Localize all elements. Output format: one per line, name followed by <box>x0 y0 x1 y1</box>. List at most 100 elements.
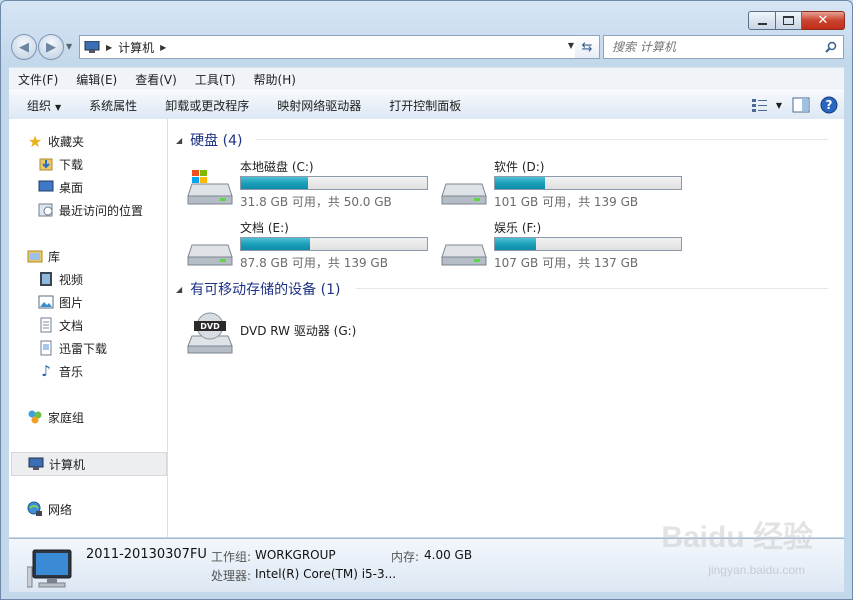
baidu-watermark: Baidu 经验 <box>661 521 813 554</box>
refresh-button[interactable]: ⇆ <box>575 35 600 59</box>
drive-item[interactable]: 本地磁盘 (C:) 31.8 GB 可用，共 50.0 GB <box>186 158 436 209</box>
sidebar-item-label: 收藏夹 <box>48 134 85 149</box>
libraries-icon <box>27 248 43 264</box>
drive-item[interactable]: 软件 (D:) 101 GB 可用，共 139 GB <box>440 158 690 209</box>
group-divider <box>356 288 828 289</box>
organize-label: 组织 <box>27 98 52 113</box>
drive-name: 文档 (E:) <box>240 221 289 235</box>
sidebar-item-computer[interactable]: 计算机 <box>11 452 167 476</box>
sidebar-item-label: 图片 <box>59 295 84 310</box>
breadcrumb-arrow-icon[interactable]: ▶ <box>106 43 112 52</box>
dvd-logo-text: DVD <box>200 322 220 331</box>
drive-usage-bar <box>494 176 682 190</box>
hard-drive-icon <box>187 244 233 266</box>
sidebar-item-label: 家庭组 <box>48 410 85 425</box>
homegroup-icon <box>27 409 43 425</box>
breadcrumb-computer[interactable]: 计算机 <box>118 39 154 56</box>
maximize-button[interactable] <box>776 11 802 30</box>
sidebar-item-xunlei-downloads[interactable]: 迅雷下载 <box>38 337 107 359</box>
computer-icon <box>84 41 100 53</box>
drive-usage-bar <box>240 176 428 190</box>
address-history-dropdown[interactable]: ▼ <box>568 41 574 50</box>
drive-usage-fill <box>241 177 308 189</box>
chevron-down-icon: ▼ <box>775 100 782 110</box>
hard-drive-icon <box>441 183 487 205</box>
view-options-icon <box>751 99 767 112</box>
uninstall-program-button[interactable]: 卸载或更改程序 <box>151 97 263 114</box>
group-header-hard-drives[interactable]: ◢ 硬盘 (4) <box>176 130 828 150</box>
recent-pages-dropdown[interactable]: ▼ <box>66 42 72 51</box>
sidebar-item-documents[interactable]: 文档 <box>38 314 83 336</box>
open-control-panel-button[interactable]: 打开控制面板 <box>375 97 475 114</box>
desktop-icon <box>38 179 54 195</box>
close-button[interactable]: ✕ <box>802 11 845 30</box>
sidebar-item-label: 视频 <box>59 272 84 287</box>
sidebar-item-music[interactable]: ♪ 音乐 <box>38 360 83 382</box>
svg-text:?: ? <box>826 98 833 112</box>
group-title: 有可移动存储的设备 (1) <box>190 282 341 298</box>
system-properties-button[interactable]: 系统属性 <box>75 97 151 114</box>
network-icon <box>27 501 43 517</box>
sidebar-item-desktop[interactable]: 桌面 <box>38 176 83 198</box>
sidebar-item-label: 最近访问的位置 <box>59 203 144 218</box>
sidebar-item-recent-places[interactable]: 最近访问的位置 <box>38 199 143 221</box>
search-input[interactable] <box>610 39 825 55</box>
forward-button[interactable]: ▶ <box>38 34 64 60</box>
downloads-folder-icon <box>38 156 54 172</box>
minimize-button[interactable] <box>748 11 776 30</box>
sidebar-item-libraries[interactable]: 库 <box>27 245 60 267</box>
organize-button[interactable]: 组织 ▼ <box>9 97 75 114</box>
change-view-button[interactable]: ▼ <box>751 98 782 112</box>
sidebar-item-favorites[interactable]: ★ 收藏夹 <box>27 130 84 152</box>
menu-help[interactable]: 帮助(H) <box>245 71 305 88</box>
drive-usage-fill <box>495 238 536 250</box>
map-network-drive-button[interactable]: 映射网络驱动器 <box>263 97 375 114</box>
sidebar-item-videos[interactable]: 视频 <box>38 268 83 290</box>
dvd-drive-item[interactable]: DVD DVD RW 驱动器 (G:) <box>186 309 436 359</box>
search-box[interactable] <box>603 35 844 59</box>
minimize-icon <box>757 22 767 25</box>
group-divider <box>256 139 828 140</box>
sidebar-item-homegroup[interactable]: 家庭组 <box>27 406 84 428</box>
sidebar-item-label: 迅雷下载 <box>59 341 108 356</box>
sidebar-item-downloads[interactable]: 下载 <box>38 153 83 175</box>
back-arrow-icon: ◀ <box>19 39 29 55</box>
sidebar-item-label: 桌面 <box>59 180 84 195</box>
sidebar-item-label: 文档 <box>59 318 84 333</box>
help-icon[interactable]: ? <box>820 96 838 114</box>
menu-view[interactable]: 查看(V) <box>126 71 186 88</box>
memory-value: 4.00 GB <box>424 548 473 562</box>
drive-item[interactable]: 娱乐 (F:) 107 GB 可用，共 137 GB <box>440 219 690 270</box>
drive-name: DVD RW 驱动器 (G:) <box>240 324 357 338</box>
address-bar[interactable]: ▶ 计算机 ▶ ▼ <box>79 35 579 59</box>
dvd-drive-icon: DVD <box>187 312 233 354</box>
computer-name: 2011-20130307FU <box>86 547 207 562</box>
sidebar-item-label: 库 <box>48 249 61 264</box>
sidebar-item-network[interactable]: 网络 <box>27 498 72 520</box>
sidebar-item-label: 计算机 <box>49 457 86 472</box>
hard-drive-icon <box>441 244 487 266</box>
drive-item[interactable]: 文档 (E:) 87.8 GB 可用，共 139 GB <box>186 219 436 270</box>
group-header-removable[interactable]: ◢ 有可移动存储的设备 (1) <box>176 279 828 299</box>
breadcrumb-arrow-icon[interactable]: ▶ <box>160 43 166 52</box>
command-bar: 组织 ▼ 系统属性 卸载或更改程序 映射网络驱动器 打开控制面板 ▼ ? <box>9 90 844 120</box>
recent-places-icon <box>38 202 54 218</box>
chevron-down-icon: ▼ <box>55 102 62 112</box>
drive-free-space: 101 GB 可用，共 139 GB <box>494 195 639 209</box>
menu-tools[interactable]: 工具(T) <box>186 71 245 88</box>
drive-free-space: 107 GB 可用，共 137 GB <box>494 256 639 270</box>
sidebar-item-pictures[interactable]: 图片 <box>38 291 83 313</box>
menu-file[interactable]: 文件(F) <box>9 71 67 88</box>
drive-free-space: 31.8 GB 可用，共 50.0 GB <box>240 195 392 209</box>
group-title: 硬盘 (4) <box>190 133 243 149</box>
back-button[interactable]: ◀ <box>11 34 37 60</box>
computer-monitor-icon <box>27 549 72 588</box>
maximize-icon <box>783 16 794 25</box>
menu-edit[interactable]: 编辑(E) <box>67 71 126 88</box>
drive-usage-fill <box>241 238 310 250</box>
workgroup-value: WORKGROUP <box>255 548 336 562</box>
drive-name: 本地磁盘 (C:) <box>240 160 314 174</box>
watermark-url: jingyan.baidu.com <box>708 563 805 577</box>
preview-pane-icon[interactable] <box>792 97 810 113</box>
close-icon: ✕ <box>817 13 829 28</box>
